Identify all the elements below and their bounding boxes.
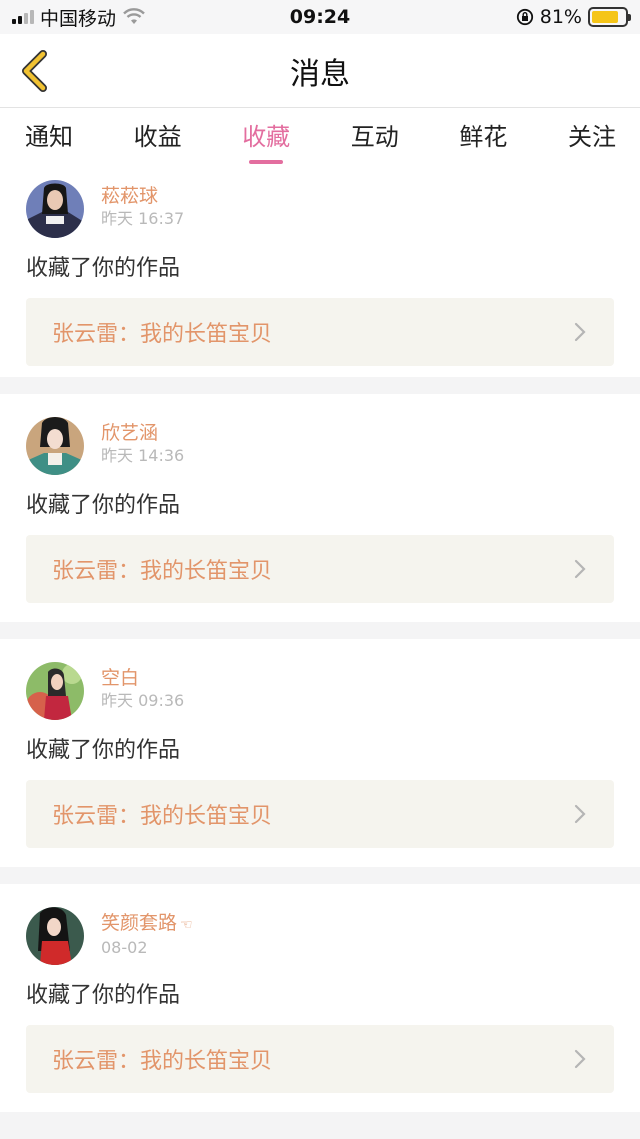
message-item: 空白 昨天 09:36 收藏了你的作品 张云雷：我的长笛宝贝 bbox=[0, 639, 640, 867]
avatar[interactable] bbox=[26, 180, 84, 238]
username-text: 笑颜套路 bbox=[101, 912, 178, 934]
battery-icon bbox=[587, 7, 631, 27]
work-link[interactable]: 张云雷：我的长笛宝贝 bbox=[26, 535, 614, 603]
battery-percent: 81% bbox=[539, 6, 582, 28]
tab-label: 鲜花 bbox=[459, 123, 508, 151]
chevron-left-icon bbox=[22, 50, 47, 92]
action-text: 收藏了你的作品 bbox=[26, 256, 181, 281]
tab-favorites[interactable]: 收藏 bbox=[242, 108, 290, 164]
message-header: 空白 昨天 09:36 bbox=[26, 662, 614, 722]
tab-flowers[interactable]: 鲜花 bbox=[459, 108, 507, 152]
nav-header: 消息 bbox=[0, 34, 640, 108]
message-header: 欣艺涵 昨天 14:36 bbox=[26, 417, 614, 477]
work-title: 张云雷：我的长笛宝贝 bbox=[52, 1049, 273, 1074]
message-item: 欣艺涵 昨天 14:36 收藏了你的作品 张云雷：我的长笛宝贝 bbox=[0, 394, 640, 622]
chevron-right-icon bbox=[574, 322, 586, 342]
tab-label: 收藏 bbox=[242, 123, 291, 151]
message-time: 08-02 bbox=[101, 938, 148, 957]
status-left: 中国移动 bbox=[12, 4, 232, 31]
work-title: 张云雷：我的长笛宝贝 bbox=[52, 804, 273, 829]
avatar[interactable] bbox=[26, 417, 84, 475]
battery-level bbox=[591, 11, 618, 23]
tab-bar: 通知 收益 收藏 互动 鲜花 关注 bbox=[0, 108, 640, 166]
orientation-lock-icon bbox=[516, 8, 533, 26]
message-item: 菘菘球 昨天 16:37 收藏了你的作品 张云雷：我的长笛宝贝 bbox=[0, 164, 640, 377]
work-title: 张云雷：我的长笛宝贝 bbox=[52, 559, 273, 584]
chevron-right-icon bbox=[574, 1049, 586, 1069]
user-meta: 菘菘球 昨天 16:37 bbox=[101, 180, 184, 230]
tab-label: 收益 bbox=[133, 123, 182, 151]
status-bar: 中国移动 09:24 81% bbox=[0, 0, 640, 34]
work-link[interactable]: 张云雷：我的长笛宝贝 bbox=[26, 298, 614, 366]
avatar[interactable] bbox=[26, 907, 84, 965]
tab-underline bbox=[249, 160, 284, 164]
action-text: 收藏了你的作品 bbox=[26, 493, 181, 518]
pointing-hand-icon: ☜ bbox=[180, 917, 193, 933]
tab-notifications[interactable]: 通知 bbox=[25, 108, 73, 152]
carrier-label: 中国移动 bbox=[40, 7, 117, 30]
back-button[interactable] bbox=[14, 48, 54, 94]
work-link[interactable]: 张云雷：我的长笛宝贝 bbox=[26, 780, 614, 848]
tab-follows[interactable]: 关注 bbox=[568, 108, 616, 152]
username[interactable]: 空白 bbox=[101, 666, 184, 690]
work-title: 张云雷：我的长笛宝贝 bbox=[52, 322, 273, 347]
username[interactable]: 笑颜套路 ☜ bbox=[101, 911, 193, 937]
user-meta: 欣艺涵 昨天 14:36 bbox=[101, 417, 184, 467]
chevron-right-icon bbox=[574, 804, 586, 824]
message-header: 笑颜套路 ☜ 08-02 bbox=[26, 907, 614, 967]
message-item: 笑颜套路 ☜ 08-02 收藏了你的作品 张云雷：我的长笛宝贝 bbox=[0, 884, 640, 1112]
username[interactable]: 欣艺涵 bbox=[101, 421, 184, 445]
wifi-icon bbox=[123, 8, 145, 24]
user-meta: 空白 昨天 09:36 bbox=[101, 662, 184, 712]
message-time: 昨天 16:37 bbox=[101, 209, 185, 228]
username[interactable]: 菘菘球 bbox=[101, 184, 184, 208]
user-meta: 笑颜套路 ☜ 08-02 bbox=[101, 907, 193, 959]
work-link[interactable]: 张云雷：我的长笛宝贝 bbox=[26, 1025, 614, 1093]
tab-label: 关注 bbox=[567, 123, 616, 151]
tab-label: 互动 bbox=[350, 123, 399, 151]
status-time: 09:24 bbox=[289, 6, 351, 28]
page-title: 消息 bbox=[290, 56, 350, 92]
status-right: 81% bbox=[408, 6, 631, 28]
action-text: 收藏了你的作品 bbox=[26, 983, 181, 1008]
signal-icon bbox=[12, 10, 34, 24]
chevron-right-icon bbox=[574, 559, 586, 579]
action-text: 收藏了你的作品 bbox=[26, 738, 181, 763]
avatar[interactable] bbox=[26, 662, 84, 720]
tab-interactions[interactable]: 互动 bbox=[351, 108, 399, 152]
message-time: 昨天 09:36 bbox=[101, 691, 185, 710]
message-header: 菘菘球 昨天 16:37 bbox=[26, 180, 614, 240]
tab-earnings[interactable]: 收益 bbox=[134, 108, 182, 152]
tab-label: 通知 bbox=[25, 123, 73, 151]
message-time: 昨天 14:36 bbox=[101, 446, 185, 465]
